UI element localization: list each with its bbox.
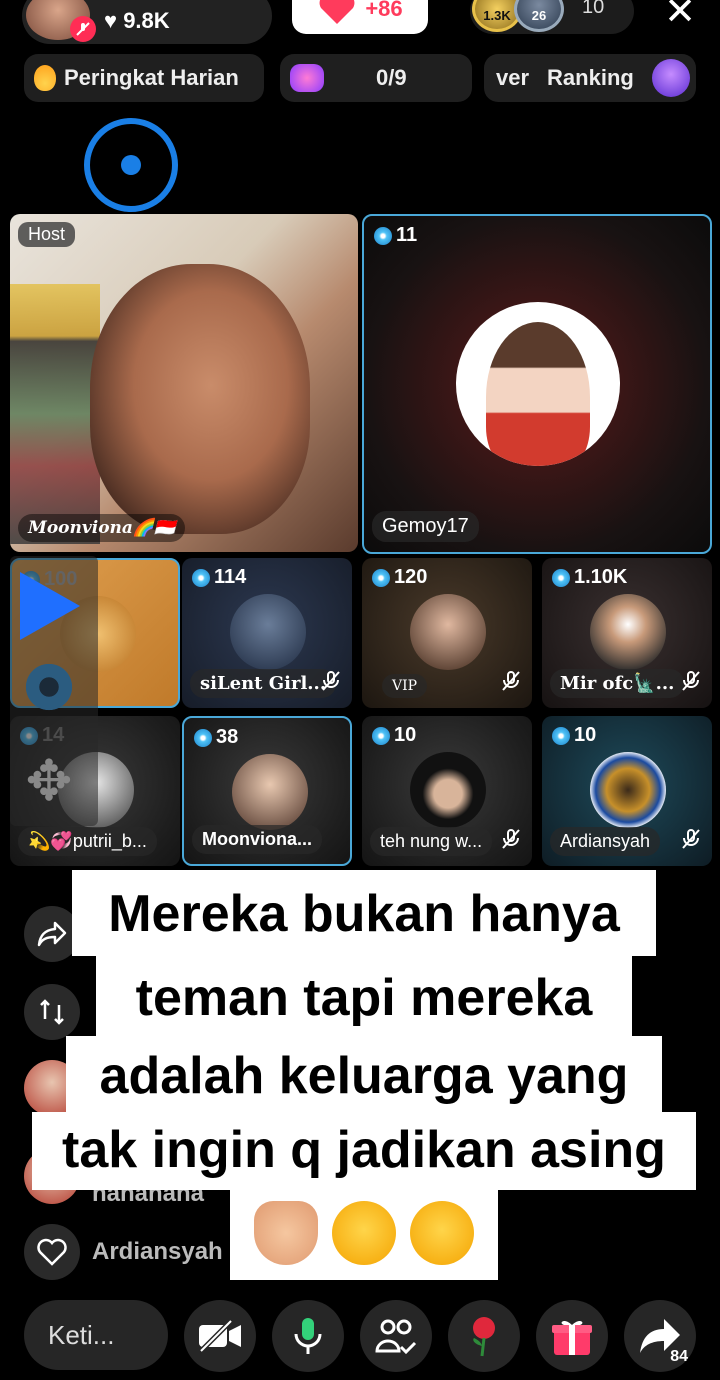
gem-icon [372,726,390,745]
guest-avatar [456,302,620,466]
people-icon [375,1319,417,1355]
mic-off-icon [502,829,520,849]
microphone-icon [294,1318,322,1354]
host-video-tile[interactable]: Host Moonviona🌈🇮🇩 [10,214,358,552]
guest-avatar [230,594,306,670]
gem-icon [552,568,570,587]
background-bookshelf [10,284,100,544]
host-name-label: Moonviona🌈🇮🇩 [18,514,186,542]
gem-icon [194,728,212,747]
guest-level: 1.10K [552,566,627,589]
like-action-button[interactable] [24,1224,80,1280]
daily-rank-button[interactable]: Peringkat Harian [24,54,264,102]
guest-tile[interactable]: 10 teh nung w... [362,716,532,866]
gift-goal-icon [290,64,324,92]
gift-icon [552,1320,592,1355]
gem-icon [372,568,390,587]
share-count: 84 [670,1348,688,1365]
share-button[interactable]: 84 [624,1300,696,1372]
host-like-count: ♥ 9.8K [104,8,170,33]
camera-off-icon [199,1319,241,1353]
viewer-count[interactable]: 10 [582,0,604,19]
kiss-face-icon [410,1201,474,1265]
ranking-icon [651,59,690,97]
ranking-prefix: ver [496,65,530,90]
guest-name: Mir ofc🗽... [550,669,685,698]
guest-level: 10 [372,724,416,747]
close-icon[interactable]: ✕ [660,0,700,32]
caption-line: adalah keluarga yang [66,1036,662,1116]
guest-avatar [232,754,308,830]
mic-off-icon [682,829,700,849]
camera-off-button[interactable] [184,1300,256,1372]
guest-tile[interactable]: 1.10K Mir ofc🗽... [542,558,712,708]
guest-name: Ardiansyah [550,827,661,856]
host-tag: Host [18,222,76,247]
daily-rank-label: Peringkat Harian [64,65,239,90]
guest-level: 114 [192,566,246,589]
guest-name: VIP [382,674,428,698]
heart-outline-icon [37,1238,67,1266]
guest-level: 11 [374,224,417,247]
guest-tile[interactable]: 10 Ardiansyah [542,716,712,866]
share-arrow-icon [37,921,67,947]
caption-line: teman tapi mereka [96,954,632,1038]
guest-level: 38 [194,726,238,749]
repost-button[interactable] [24,984,80,1040]
caption-emojis [230,1186,498,1280]
guest-name: 💫💞putrii_b... [18,827,157,856]
rose-gift-button[interactable] [448,1300,520,1372]
guest-avatar [590,594,666,670]
caption-line: Mereka bukan hanya [72,870,656,956]
like-increment: +86 [365,0,403,21]
ranking-button[interactable]: ver Ranking [484,54,696,102]
guest-tile[interactable]: 38 Moonviona... [182,716,352,866]
guest-tile[interactable]: 120 VIP [362,558,532,708]
guest-tile[interactable]: 11 Gemoy17 [362,214,712,554]
guest-tile[interactable]: 114 siLent Girl... [182,558,352,708]
mic-muted-icon [70,16,96,42]
play-icon[interactable] [20,572,80,640]
top-bar: ♥ 9.8K +86 1.3K 26 10 ✕ [0,0,720,48]
smiling-hearts-icon [332,1201,396,1265]
heart-icon [319,0,355,24]
guest-level: 10 [552,724,596,747]
repost-icon [40,999,64,1025]
mic-off-icon [682,671,700,691]
gift-button[interactable] [536,1300,608,1372]
mic-off-icon [502,671,520,691]
viewer-badge: 26 [531,8,547,23]
guests-button[interactable] [360,1300,432,1372]
guest-avatar [410,752,486,828]
mic-off-icon [322,671,340,691]
record-dot-icon [121,155,141,175]
gift-goal-progress: 0/9 [376,65,407,90]
microphone-button[interactable] [272,1300,344,1372]
comment-user: Ardiansyah [92,1238,223,1265]
gem-icon [192,568,210,587]
flame-icon [34,65,56,91]
guest-level: 120 [372,566,427,589]
comment-input[interactable]: Keti... [24,1300,168,1370]
gift-goal-button[interactable]: 0/9 [280,54,472,102]
like-button[interactable]: +86 [292,0,428,34]
host-video [90,264,310,534]
guest-name: Moonviona... [192,825,322,854]
ranking-label: Ranking [547,65,634,90]
caption-line: tak ingin q jadikan asing [32,1112,696,1190]
viewer-badge: 1.3K [483,8,511,23]
guest-name: siLent Girl... [190,669,337,698]
pray-hands-icon [254,1201,318,1265]
guest-avatar [590,752,666,828]
guest-name: teh nung w... [370,827,493,856]
guest-name: Gemoy17 [372,511,479,542]
rose-icon [473,1317,495,1357]
gem-icon [552,726,570,745]
guest-avatar [410,594,486,670]
gem-icon [374,226,392,245]
move-icon[interactable]: ✥ [16,748,82,814]
bottom-action-bar: Keti... 84 [0,1296,720,1376]
gear-icon[interactable] [22,660,76,714]
